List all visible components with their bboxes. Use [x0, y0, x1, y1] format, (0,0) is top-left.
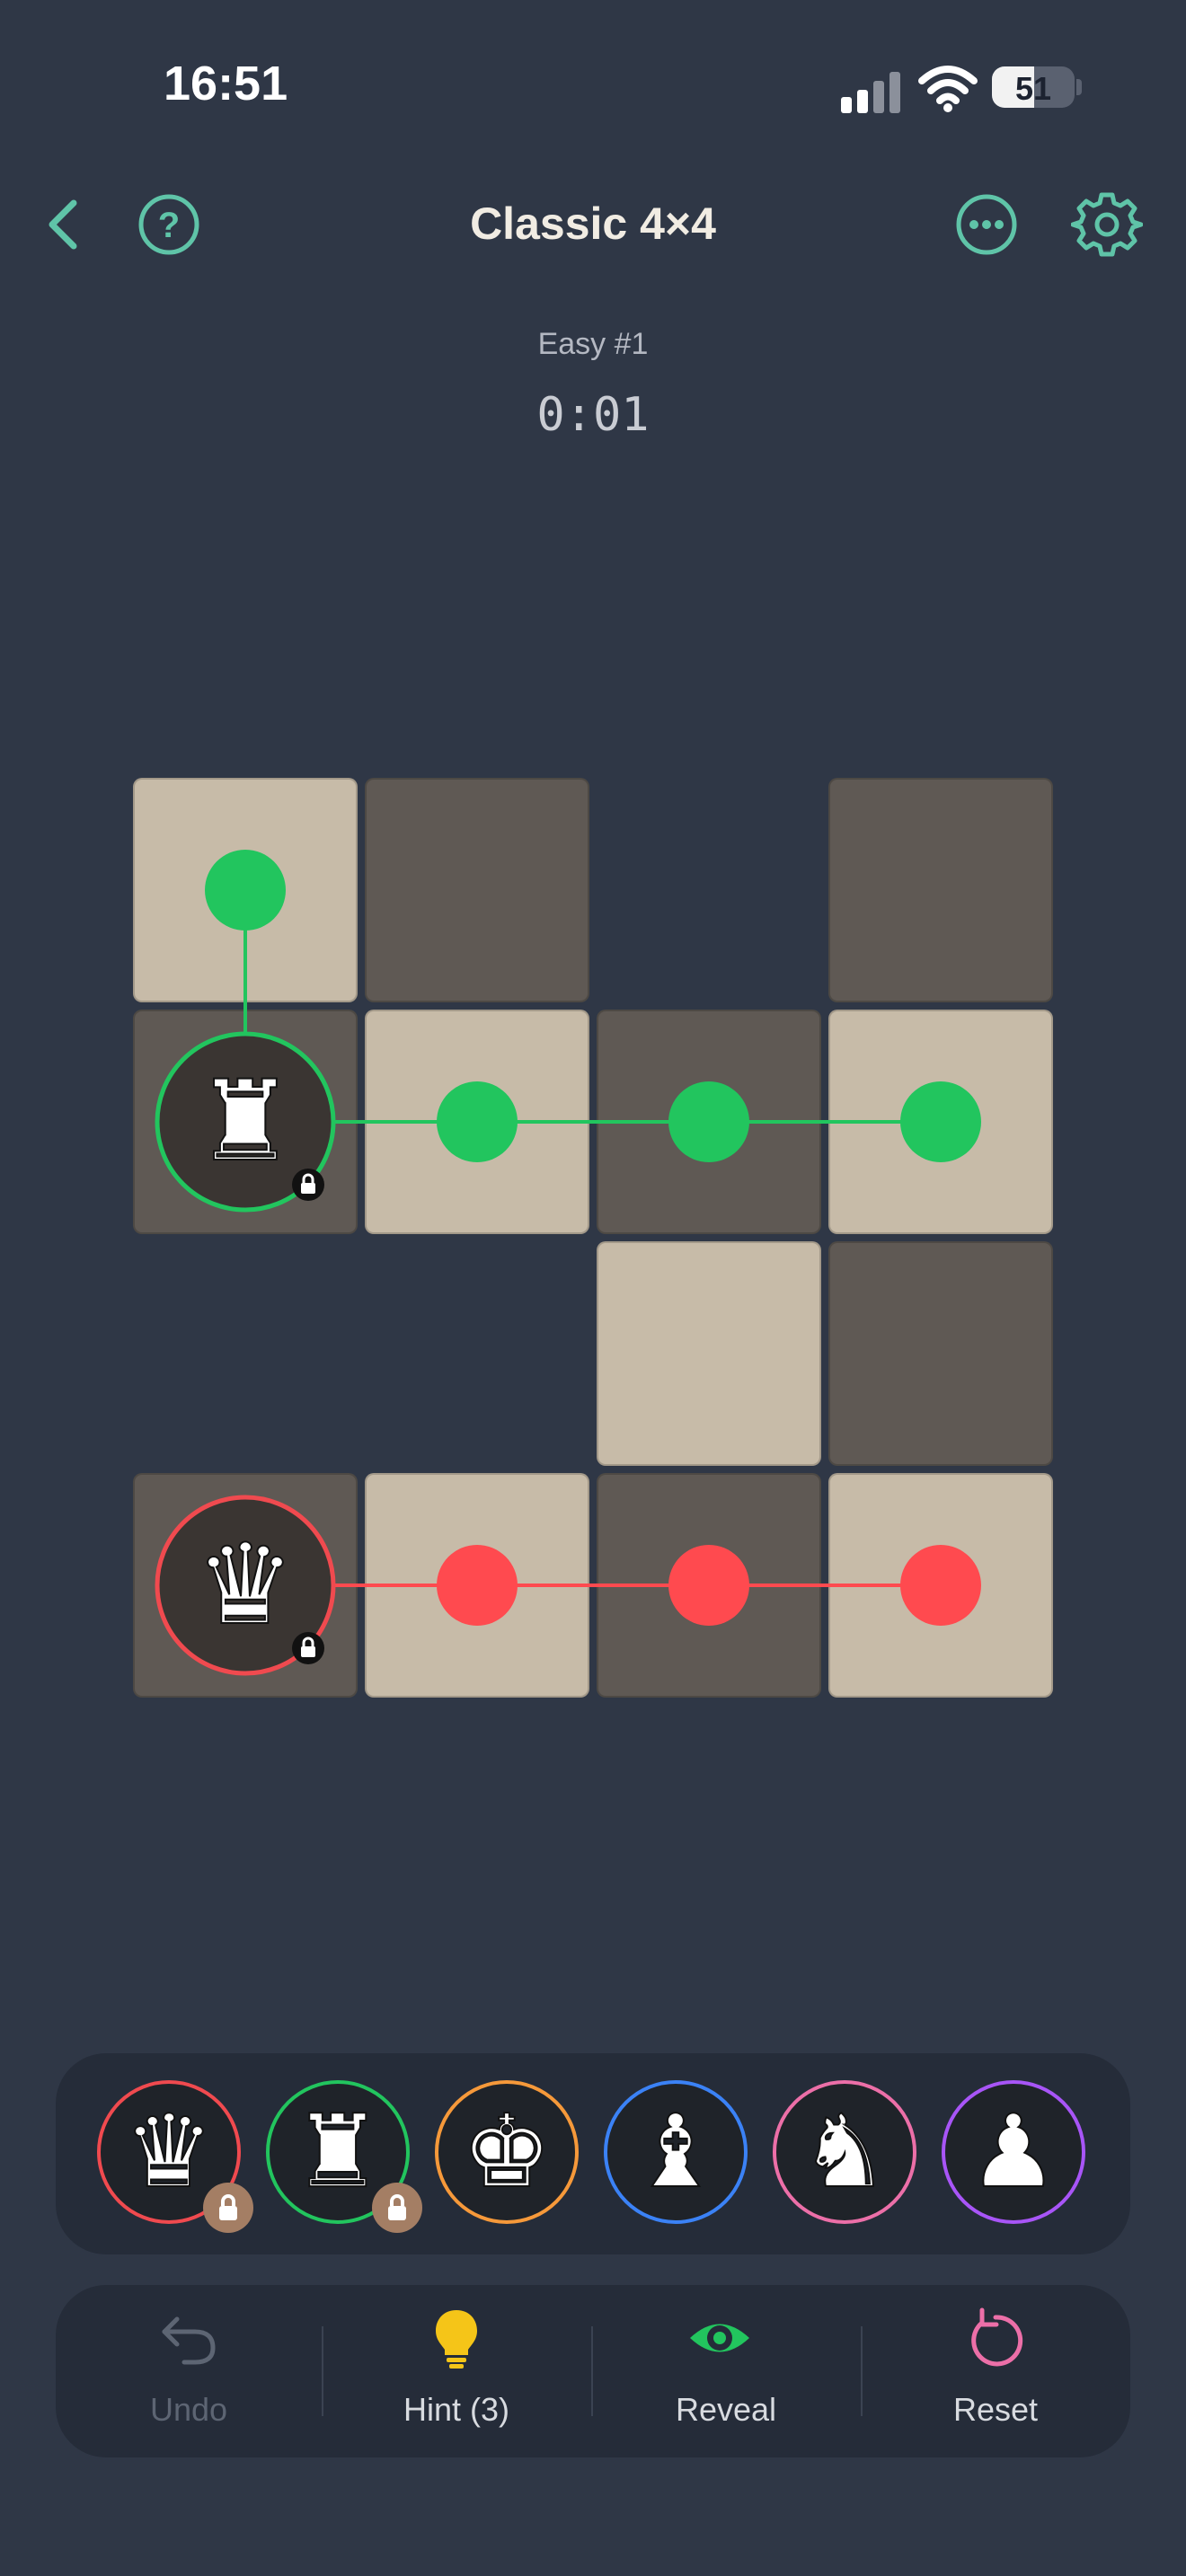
svg-text:♛: ♛	[124, 2094, 214, 2210]
divider	[322, 2326, 323, 2416]
svg-text:♚: ♚	[462, 2094, 552, 2210]
king-icon: ♚	[461, 2093, 553, 2211]
lock-icon	[203, 2183, 253, 2233]
board-cell-r2-c2[interactable]	[597, 1241, 821, 1466]
board-cell-r2-c3[interactable]	[828, 1241, 1053, 1466]
undo-label: Undo	[149, 2391, 228, 2428]
board-cell-r3-c3[interactable]	[828, 1473, 1053, 1698]
knight-icon: ♞	[799, 2093, 890, 2211]
eye-icon	[690, 2324, 749, 2352]
board-cell-r3-c2[interactable]	[597, 1473, 821, 1698]
hint-button[interactable]: Hint (3)	[349, 2285, 564, 2457]
board-cell-r0-c1[interactable]	[365, 778, 589, 1002]
svg-text:♝: ♝	[631, 2094, 721, 2210]
game-screen: 16:51 51 ? Classic 4×4 Easy #1 0:01 ♜ ♛ …	[0, 0, 1186, 2576]
tray-bishop-button[interactable]: ♝	[604, 2080, 748, 2224]
pawn-icon: ♟	[968, 2093, 1059, 2211]
reset-label: Reset	[952, 2391, 1039, 2428]
board-cell-r1-c2[interactable]	[597, 1010, 821, 1234]
lock-icon	[372, 2183, 422, 2233]
reset-button[interactable]: Reset	[888, 2285, 1103, 2457]
board-cell-r1-c0[interactable]	[133, 1010, 358, 1234]
undo-arrow-icon	[162, 2316, 216, 2365]
svg-text:♟: ♟	[969, 2094, 1058, 2210]
reset-arrow-icon	[971, 2307, 1023, 2367]
divider	[591, 2326, 593, 2416]
svg-text:♞: ♞	[800, 2094, 890, 2210]
reveal-label: Reveal	[675, 2391, 777, 2428]
tray-knight-button[interactable]: ♞	[773, 2080, 916, 2224]
undo-button[interactable]: Undo	[81, 2285, 296, 2457]
svg-text:♜: ♜	[293, 2094, 383, 2210]
bishop-icon: ♝	[630, 2093, 721, 2211]
divider	[861, 2326, 863, 2416]
board-cell-r1-c1[interactable]	[365, 1010, 589, 1234]
tray-king-button[interactable]: ♚	[435, 2080, 579, 2224]
lightbulb-icon	[436, 2310, 477, 2369]
board-cell-r3-c0[interactable]	[133, 1473, 358, 1698]
reveal-button[interactable]: Reveal	[618, 2285, 834, 2457]
board-cell-r1-c3[interactable]	[828, 1010, 1053, 1234]
board-cell-r0-c3[interactable]	[828, 778, 1053, 1002]
board-cell-r0-c0[interactable]	[133, 778, 358, 1002]
tray-pawn-button[interactable]: ♟	[942, 2080, 1085, 2224]
board-cell-r3-c1[interactable]	[365, 1473, 589, 1698]
hint-label: Hint (3)	[403, 2391, 510, 2428]
